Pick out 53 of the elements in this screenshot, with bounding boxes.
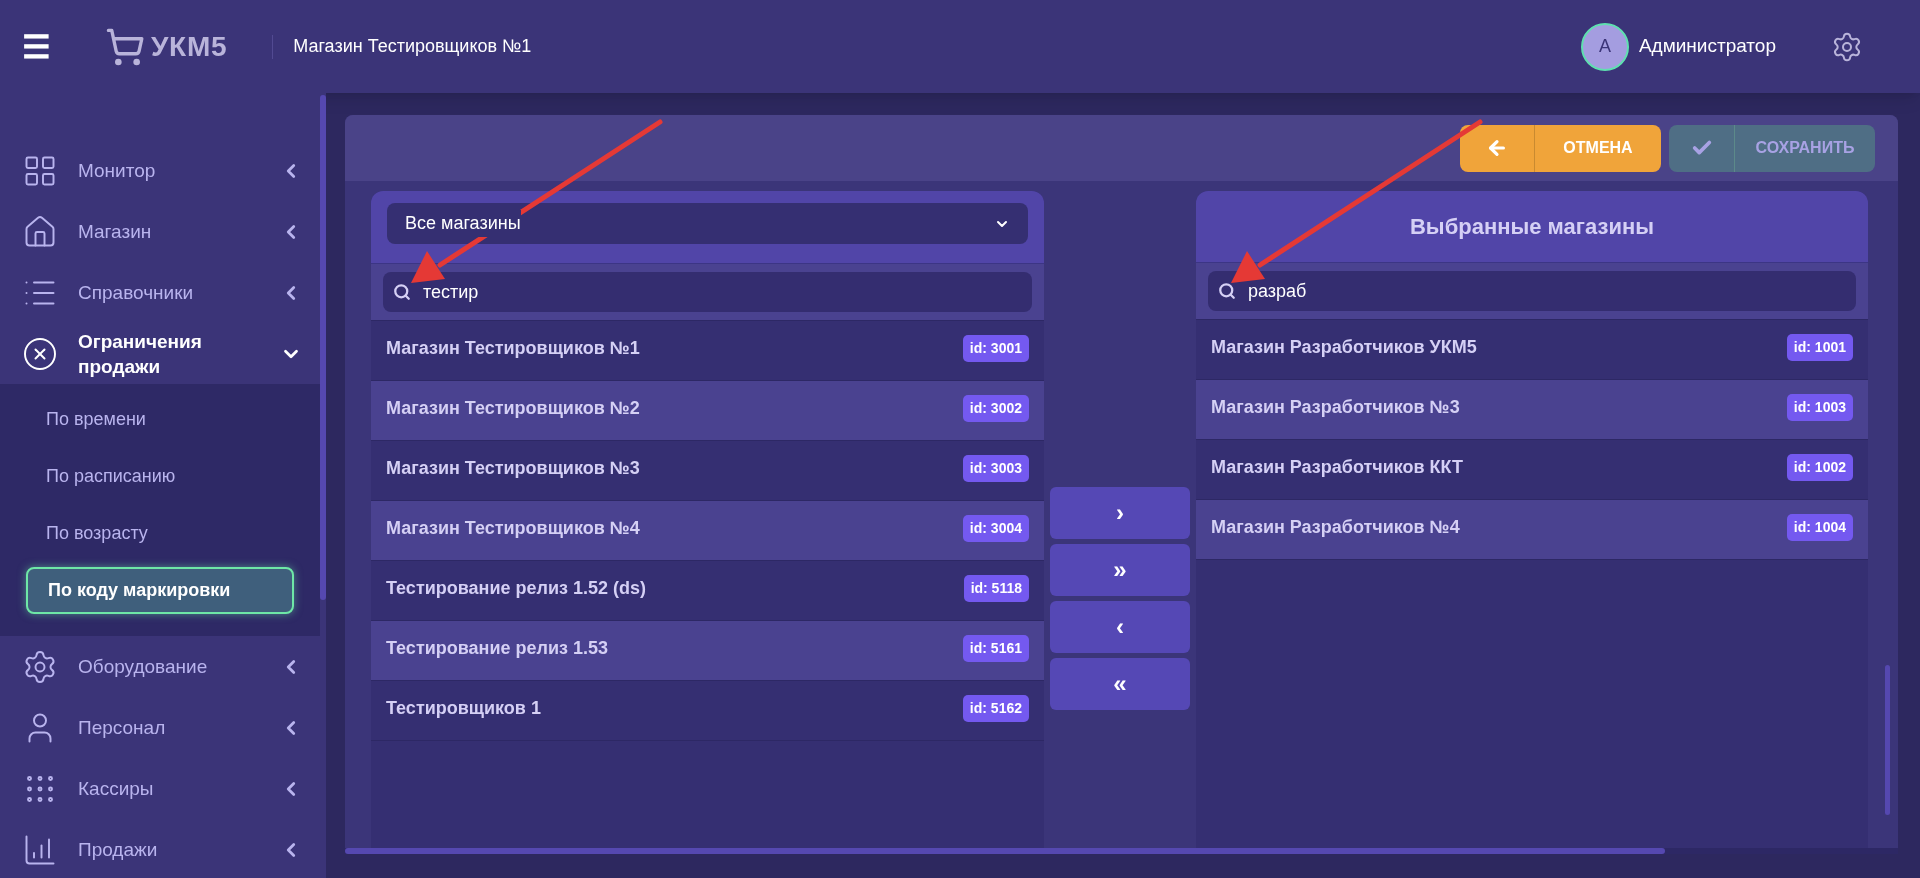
app-logo: УКМ5	[151, 29, 228, 64]
store-name: Магазин Тестировщиков №1	[386, 337, 640, 360]
id-badge: id: 1001	[1786, 334, 1853, 361]
search-field[interactable]: разраб	[1208, 271, 1856, 311]
store-name: Магазин Разработчиков ККТ	[1211, 456, 1464, 479]
sidebar-item[interactable]: Справочники	[0, 262, 320, 323]
submenu-item[interactable]: По коду маркировки	[26, 567, 294, 614]
sidebar-item[interactable]: Ограничения продажи	[0, 323, 320, 384]
store-name: Магазин Тестировщиков №4	[386, 517, 640, 540]
store-name: Тестировщиков 1	[386, 697, 541, 720]
transfer-button[interactable]: »	[1050, 544, 1190, 596]
id-badge: id: 1003	[1786, 394, 1853, 421]
id-badge: id: 3002	[962, 395, 1029, 422]
search-field[interactable]: тестир	[383, 272, 1032, 312]
settings-icon[interactable]	[1831, 30, 1863, 63]
store-name: Тестирование релиз 1.53	[386, 637, 609, 660]
id-badge: id: 5162	[962, 695, 1029, 722]
id-badge: id: 1004	[1786, 514, 1853, 541]
submenu-item[interactable]: По времени	[26, 396, 294, 443]
sidebar-item[interactable]: Магазин	[0, 201, 320, 262]
sidebar-item[interactable]: Оборудование	[0, 636, 320, 697]
sidebar-item[interactable]: Кассиры	[0, 758, 320, 819]
store-name: Тестирование релиз 1.52 (ds)	[386, 577, 647, 600]
arrow-left-icon	[1486, 137, 1508, 159]
store-name: Магазин Разработчиков №3	[1211, 396, 1460, 419]
id-badge: id: 3004	[962, 515, 1029, 542]
sidebar-item[interactable]: Персонал	[0, 697, 320, 758]
store-filter-select[interactable]: Все магазины	[387, 203, 1028, 244]
submenu-item[interactable]: По расписанию	[26, 453, 294, 500]
id-badge: id: 1002	[1786, 454, 1853, 481]
store-name: Магазин Тестировщиков №3	[386, 457, 640, 480]
store-name: Магазин Разработчиков №4	[1211, 516, 1460, 539]
search-icon	[1218, 282, 1236, 300]
id-badge: id: 5161	[962, 635, 1029, 662]
cart-icon	[105, 26, 145, 67]
id-badge: id: 3001	[962, 335, 1029, 362]
store-name: Магазин Разработчиков УКМ5	[1211, 336, 1477, 359]
menu-button[interactable]: ☰	[22, 30, 51, 63]
panel-title: Выбранные магазины	[1409, 213, 1655, 241]
search-icon	[393, 283, 411, 301]
sidebar-item[interactable]: Монитор	[0, 140, 320, 201]
user-avatar[interactable]: А	[1580, 22, 1629, 71]
id-badge: id: 5118	[963, 575, 1029, 602]
user-name[interactable]: Администратор	[1638, 32, 1776, 61]
sidebar-item[interactable]: Продажи	[0, 819, 320, 878]
transfer-button[interactable]: ‹	[1050, 601, 1190, 653]
transfer-button[interactable]: ›	[1050, 487, 1190, 539]
transfer-button[interactable]: «	[1050, 658, 1190, 710]
store-title: Магазин Тестировщиков №1	[293, 35, 532, 58]
id-badge: id: 3003	[962, 455, 1029, 482]
store-name: Магазин Тестировщиков №2	[386, 397, 640, 420]
cross-circle-icon	[22, 335, 58, 372]
submenu-item[interactable]: По возрасту	[26, 510, 294, 557]
